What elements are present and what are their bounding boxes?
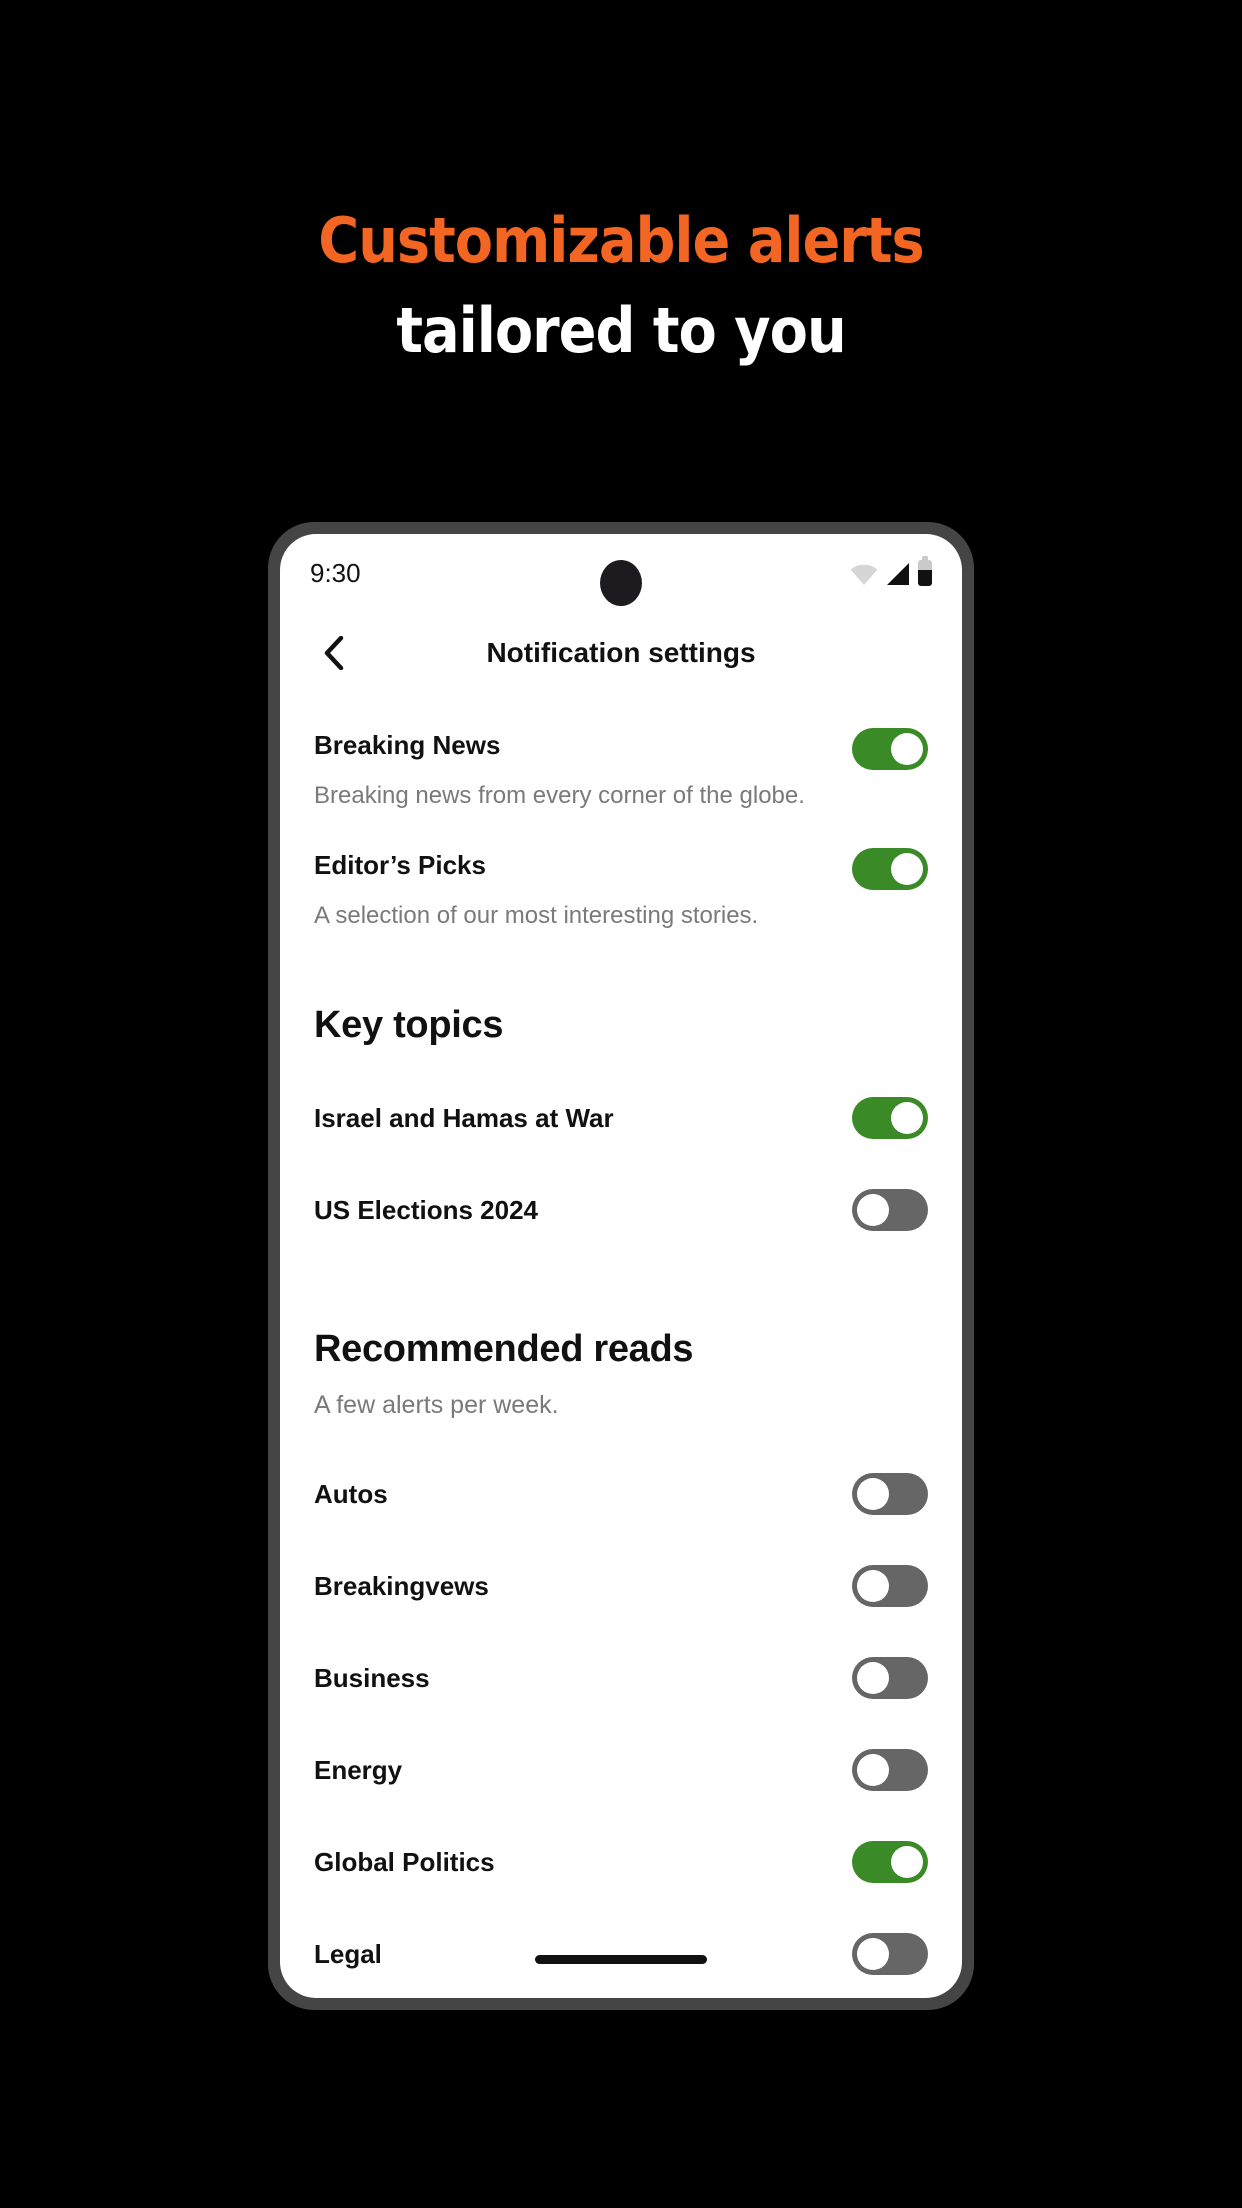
toggle-knob xyxy=(891,853,923,885)
section-subheading: A few alerts per week. xyxy=(314,1391,559,1419)
app-bar: Notification settings xyxy=(280,612,962,694)
battery-icon xyxy=(918,556,932,586)
promo-headline-line2: tailored to you xyxy=(396,294,846,367)
key-topics-list: Israel and Hamas at War US Elections 202… xyxy=(314,1072,928,1256)
phone-frame: 9:30 Notification settings Breaking News… xyxy=(268,522,974,2010)
settings-content: Breaking News Breaking news from every c… xyxy=(280,728,962,1998)
toggle-knob xyxy=(891,733,923,765)
home-indicator[interactable] xyxy=(535,1955,707,1964)
topic-label: Autos xyxy=(314,1478,388,1509)
toggle-editors-picks[interactable] xyxy=(852,848,928,890)
back-button[interactable] xyxy=(314,633,354,673)
toggle-knob xyxy=(857,1478,889,1510)
section-key-topics: Key topics Israel and Hamas at War US El… xyxy=(314,1002,928,1256)
toggle-autos[interactable] xyxy=(852,1473,928,1515)
topic-row-business[interactable]: Business xyxy=(314,1632,928,1724)
recommended-reads-list: Autos Breakingvews Business Energy Globa… xyxy=(314,1448,928,1998)
toggle-breaking-news[interactable] xyxy=(852,728,928,770)
toggle-global-politics[interactable] xyxy=(852,1841,928,1883)
alert-subtitle: Breaking news from every corner of the g… xyxy=(314,782,805,809)
topic-label: US Elections 2024 xyxy=(314,1194,538,1225)
topic-row-legal[interactable]: Legal xyxy=(314,1908,928,1998)
status-bar-clock: 9:30 xyxy=(310,557,361,588)
toggle-knob xyxy=(891,1846,923,1878)
toggle-israel-hamas[interactable] xyxy=(852,1097,928,1139)
section-heading: Recommended reads xyxy=(314,1328,694,1370)
alert-row-editors-picks[interactable]: Editor’s Picks A selection of our most i… xyxy=(314,848,928,932)
topic-label: Israel and Hamas at War xyxy=(314,1102,614,1133)
wifi-icon xyxy=(850,564,878,586)
topic-row-energy[interactable]: Energy xyxy=(314,1724,928,1816)
status-bar: 9:30 xyxy=(280,534,962,612)
alert-row-breaking-news[interactable]: Breaking News Breaking news from every c… xyxy=(314,728,928,812)
promo-headline-line1: Customizable alerts xyxy=(318,204,924,277)
promo-screenshot: Customizable alerts tailored to you 9:30 xyxy=(0,0,1242,2208)
topic-label: Breakingvews xyxy=(314,1570,489,1601)
page-title: Notification settings xyxy=(486,637,756,668)
section-heading: Key topics xyxy=(314,1004,504,1046)
toggle-knob xyxy=(857,1754,889,1786)
alert-subtitle: A selection of our most interesting stor… xyxy=(314,902,759,929)
front-camera-punch-hole xyxy=(600,560,642,606)
topic-label: Global Politics xyxy=(314,1846,495,1877)
topic-row-israel-hamas[interactable]: Israel and Hamas at War xyxy=(314,1072,928,1164)
status-bar-icons xyxy=(850,556,932,586)
toggle-knob xyxy=(857,1662,889,1694)
topic-row-us-elections[interactable]: US Elections 2024 xyxy=(314,1164,928,1256)
toggle-us-elections[interactable] xyxy=(852,1189,928,1231)
alert-title: Breaking News xyxy=(314,730,501,760)
topic-label: Legal xyxy=(314,1938,382,1969)
toggle-legal[interactable] xyxy=(852,1933,928,1975)
alert-title: Editor’s Picks xyxy=(314,850,486,880)
topic-label: Energy xyxy=(314,1754,403,1785)
toggle-knob xyxy=(857,1938,889,1970)
toggle-knob xyxy=(891,1102,923,1134)
topic-label: Business xyxy=(314,1662,430,1693)
promo-headline: Customizable alerts tailored to you xyxy=(0,196,1242,376)
topic-row-autos[interactable]: Autos xyxy=(314,1448,928,1540)
toggle-knob xyxy=(857,1194,889,1226)
topic-row-global-politics[interactable]: Global Politics xyxy=(314,1816,928,1908)
toggle-business[interactable] xyxy=(852,1657,928,1699)
toggle-breakingvews[interactable] xyxy=(852,1565,928,1607)
chevron-left-icon xyxy=(324,636,344,670)
topic-row-breakingvews[interactable]: Breakingvews xyxy=(314,1540,928,1632)
section-recommended-reads: Recommended reads A few alerts per week.… xyxy=(314,1326,928,1998)
cellular-signal-icon xyxy=(885,562,911,586)
toggle-energy[interactable] xyxy=(852,1749,928,1791)
toggle-knob xyxy=(857,1570,889,1602)
phone-screen: 9:30 Notification settings Breaking News… xyxy=(280,534,962,1998)
